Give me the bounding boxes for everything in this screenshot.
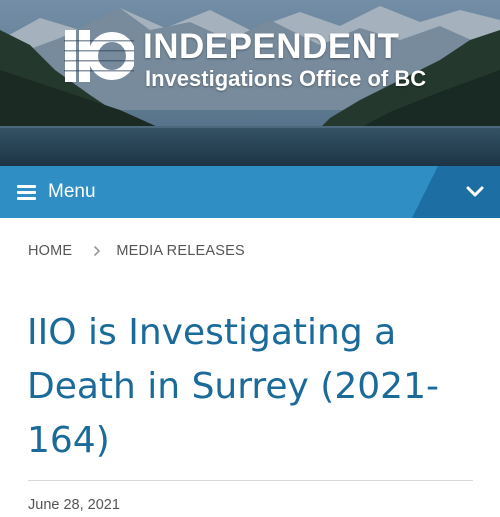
brand-subtitle: Investigations Office of BC — [145, 66, 427, 91]
main-navigation-bar: Menu — [0, 166, 500, 218]
menu-expand-button[interactable] — [460, 178, 490, 206]
iio-logo-icon — [64, 30, 134, 82]
site-header: INDEPENDENT Investigations Office of BC — [0, 0, 500, 166]
menu-label: Menu — [48, 181, 96, 202]
chevron-down-icon — [466, 186, 484, 197]
breadcrumb-home-link[interactable]: HOME — [28, 243, 72, 259]
breadcrumb: HOME MEDIA RELEASES — [28, 243, 245, 259]
hamburger-icon — [17, 184, 36, 200]
menu-button[interactable]: Menu — [0, 166, 360, 218]
chevron-right-icon — [94, 246, 101, 256]
breadcrumb-media-releases-link[interactable]: MEDIA RELEASES — [116, 243, 245, 259]
article-title: IIO is Investigating a Death in Surrey (… — [27, 312, 439, 461]
article-date: June 28, 2021 — [28, 497, 120, 513]
brand-title: INDEPENDENT — [143, 27, 400, 66]
title-divider — [28, 480, 473, 481]
